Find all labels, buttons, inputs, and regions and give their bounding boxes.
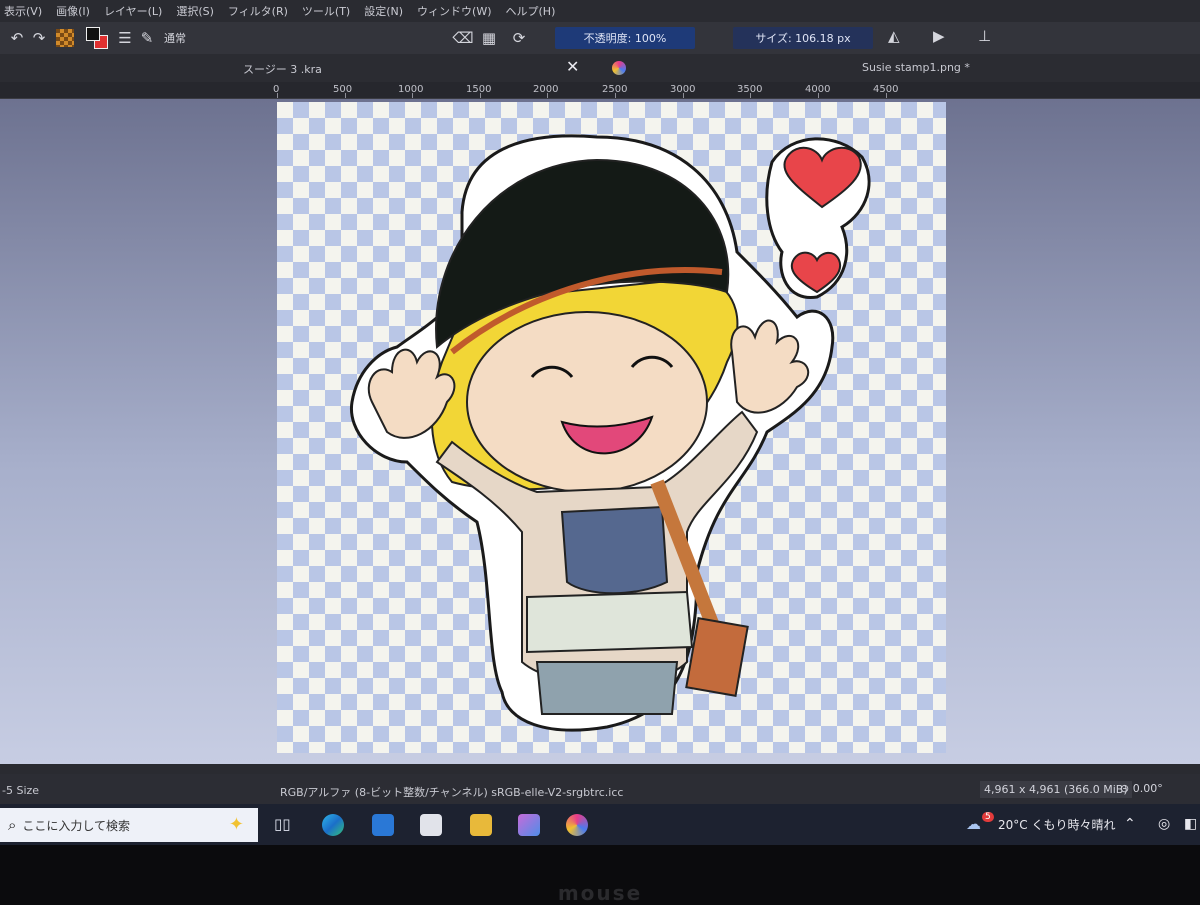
outlook-icon[interactable] [372, 814, 394, 836]
face [466, 311, 708, 493]
document-tabs: スージー 3 .kra ✕ Susie stamp1.png * [0, 54, 1200, 82]
weather-badge: 5 [982, 812, 994, 822]
krita-logo-icon [612, 61, 626, 75]
brush-status: -5 Size [2, 784, 40, 797]
legs [535, 661, 679, 715]
fg-bg-color-selector[interactable] [86, 27, 108, 49]
status-bar: -5 Size RGB/アルファ (8-ビット整数/チャンネル) sRGB-el… [0, 774, 1200, 804]
volume-icon[interactable]: ◧ [1184, 816, 1197, 832]
ruler-label: 1500 [466, 84, 492, 95]
menu-settings[interactable]: 設定(N) [364, 3, 403, 19]
menu-image[interactable]: 画像(I) [56, 3, 90, 19]
network-icon[interactable]: ◎ [1158, 816, 1170, 832]
search-placeholder: ここに入力して検索 [22, 818, 131, 833]
rotation-value: 0.00° [1132, 782, 1163, 795]
menu-bar: 表示(V) 画像(I) レイヤー(L) 選択(S) フィルタ(R) ツール(T)… [0, 0, 1200, 22]
krita-taskbar-icon[interactable] [566, 814, 588, 836]
menu-layer[interactable]: レイヤー(L) [104, 3, 162, 19]
preserve-alpha-icon[interactable]: ▦ [478, 29, 500, 47]
horizontal-ruler: 0 500 1000 1500 2000 2500 3000 3500 4000… [0, 82, 1200, 99]
color-profile-status: RGB/アルファ (8-ビット整数/チャンネル) sRGB-elle-V2-sr… [280, 786, 624, 799]
tab-png-document[interactable]: Susie stamp1.png * [862, 61, 970, 74]
backpack-pouch [560, 505, 669, 595]
task-view-icon[interactable]: ▯▯ [274, 815, 291, 833]
opacity-slider[interactable]: 不透明度: 100% [555, 27, 695, 49]
image-size-status[interactable]: 4,961 x 4,961 (366.0 MiB) [980, 781, 1132, 798]
menu-filter[interactable]: フィルタ(R) [228, 3, 288, 19]
reload-preset-icon[interactable]: ⟳ [508, 29, 530, 47]
menu-window[interactable]: ウィンドウ(W) [417, 3, 491, 19]
tab-kra-document[interactable]: スージー 3 .kra [243, 61, 322, 77]
size-slider[interactable]: サイズ: 106.18 px [733, 27, 873, 49]
screen: 表示(V) 画像(I) レイヤー(L) 選択(S) フィルタ(R) ツール(T)… [0, 0, 1200, 845]
search-icon: ⌕ [8, 816, 17, 834]
brush-editor-icon[interactable]: ✎ [136, 29, 158, 47]
laptop-brand-logo: mouse [557, 881, 643, 905]
sidebag [685, 617, 749, 697]
ruler-label: 1000 [398, 84, 424, 95]
ruler-label: 2000 [533, 84, 559, 95]
tool-options-bar: ↶ ↷ ☰ ✎ 通常 ⌫ ▦ ⟳ 不透明度: 100% サイズ: 106.18 … [0, 22, 1200, 54]
menu-tools[interactable]: ツール(T) [302, 3, 350, 19]
ruler-label: 500 [333, 84, 353, 95]
mirror-vertical-icon[interactable]: ▶ [933, 27, 945, 45]
menu-view[interactable]: 表示(V) [4, 3, 42, 19]
ammo-belt [526, 590, 694, 654]
weather-text[interactable]: 20°C くもり時々晴れ [998, 816, 1115, 833]
sticker-artwork [349, 134, 871, 732]
taskbar-search[interactable]: ⌕ ここに入力して検索 ✦ [0, 808, 258, 842]
horizontal-scrollbar[interactable] [0, 764, 1200, 774]
edge-browser-icon[interactable] [322, 814, 344, 836]
foreground-color-icon [86, 27, 100, 41]
canvas-workspace[interactable] [0, 99, 1200, 764]
chevron-up-icon[interactable]: ⌃ [1124, 816, 1136, 832]
weather-icon: ☁ [966, 815, 981, 833]
menu-select[interactable]: 選択(S) [176, 3, 214, 19]
brush-presets-icon[interactable]: ☰ [114, 29, 136, 47]
windows-taskbar: ⌕ ここに入力して検索 ✦ ▯▯ ☁ 5 20°C くもり時々晴れ ⌃ ◎ ◧ [0, 804, 1200, 845]
store-icon[interactable] [420, 814, 442, 836]
close-tab-icon[interactable]: ✕ [566, 57, 579, 76]
copilot-icon[interactable] [518, 814, 540, 836]
rotation-status[interactable]: ⊝ 0.00° [1120, 782, 1163, 795]
undo-icon[interactable]: ↶ [6, 29, 28, 47]
redo-icon[interactable]: ↷ [28, 29, 50, 47]
menu-help[interactable]: ヘルプ(H) [506, 3, 556, 19]
eraser-icon[interactable]: ⌫ [452, 29, 474, 47]
blend-mode-select[interactable]: 通常 [164, 30, 364, 46]
laptop-bezel: mouse [0, 845, 1200, 905]
gradient-swatch[interactable] [56, 29, 74, 47]
wrap-around-icon[interactable]: ⊥ [978, 27, 991, 45]
mirror-horizontal-icon[interactable]: ◭ [888, 27, 900, 45]
file-explorer-icon[interactable] [470, 814, 492, 836]
sparkle-icon: ✦ [228, 814, 244, 835]
image-canvas[interactable] [277, 102, 946, 753]
